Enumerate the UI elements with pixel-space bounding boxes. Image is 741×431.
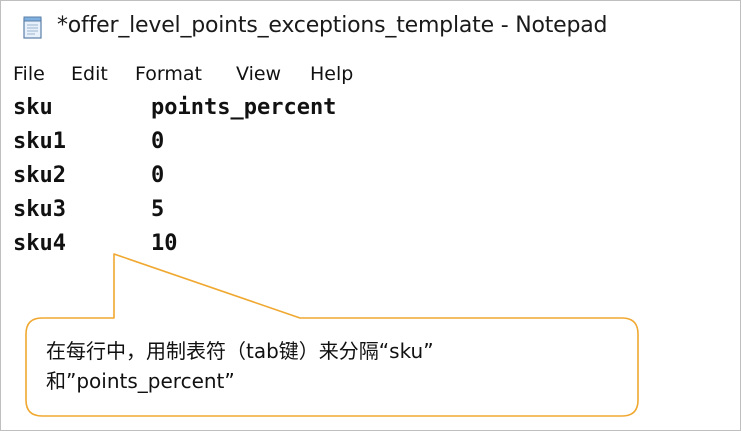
sku-cell: sku2 xyxy=(13,163,66,188)
points-cell: points_percent xyxy=(151,95,337,120)
sku-cell: sku xyxy=(13,95,53,120)
menu-format[interactable]: Format xyxy=(135,63,202,85)
title-bar: *offer_level_points_exceptions_template … xyxy=(1,1,740,57)
notepad-icon xyxy=(21,15,45,39)
sku-cell: sku1 xyxy=(13,129,66,154)
points-cell: 0 xyxy=(151,163,165,188)
callout-text: 在每行中，用制表符（tab键）来分隔“sku” 和”points_percent… xyxy=(46,336,626,396)
menu-help[interactable]: Help xyxy=(310,63,353,85)
callout-line-1: 在每行中，用制表符（tab键）来分隔“sku” xyxy=(46,339,434,363)
sku-cell: sku4 xyxy=(13,231,66,256)
menu-view[interactable]: View xyxy=(236,63,281,85)
menu-file[interactable]: File xyxy=(13,63,45,85)
menu-edit[interactable]: Edit xyxy=(71,63,108,85)
menu-bar: File Edit Format View Help xyxy=(1,61,740,91)
points-cell: 10 xyxy=(151,231,178,256)
points-cell: 0 xyxy=(151,129,165,154)
callout-line-2: 和”points_percent” xyxy=(46,369,235,393)
window-title: *offer_level_points_exceptions_template … xyxy=(57,13,608,38)
points-cell: 5 xyxy=(151,197,165,222)
sku-cell: sku3 xyxy=(13,197,66,222)
